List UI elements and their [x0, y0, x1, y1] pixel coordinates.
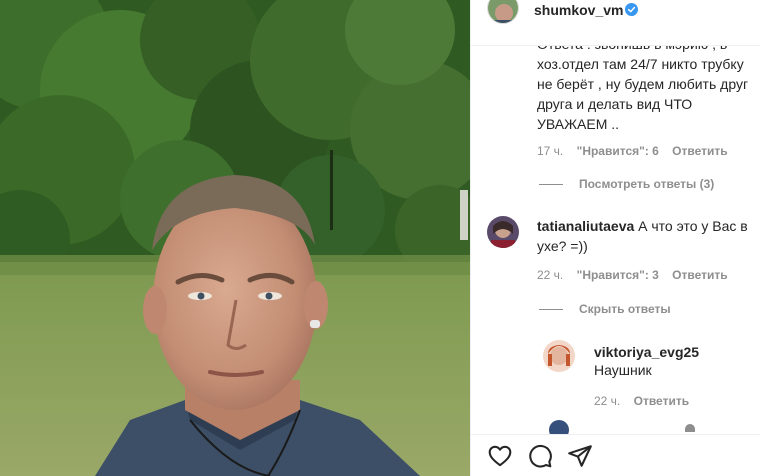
comment-time[interactable]: 17 ч. [537, 144, 563, 158]
reply-meta: 22 ч. Ответить [594, 394, 699, 408]
comment-text-line: УВАЖАЕМ .. [537, 116, 620, 132]
reply-text: Наушник [594, 362, 652, 378]
hide-replies-button[interactable]: Скрыть ответы [579, 302, 671, 316]
next-reply-avatar[interactable] [549, 420, 569, 434]
reply-time[interactable]: 22 ч. [594, 394, 620, 408]
reply-button[interactable]: Ответить [672, 144, 727, 158]
commenter-avatar[interactable] [487, 216, 519, 248]
comments-list[interactable]: Ответа : звонишь в мэрию , в хоз.отдел т… [471, 46, 760, 434]
author-avatar[interactable] [487, 0, 519, 24]
comment-time[interactable]: 22 ч. [537, 268, 563, 282]
reply-button[interactable]: Ответить [672, 268, 727, 282]
comment-text-line: хоз.отдел там 24/7 никто трубку [537, 56, 744, 72]
commenter-username[interactable]: tatianaliutaeva [537, 218, 634, 234]
comments-panel: shumkov_vm Ответа : звонишь в мэрию , в … [470, 0, 760, 476]
comment-meta: 17 ч. "Нравится": 6 Ответить [537, 144, 738, 158]
comment-text-line: ухе? =)) [537, 238, 588, 254]
comment-body: tatianaliutaeva А что это у Вас в [537, 216, 752, 236]
view-replies-button[interactable]: Посмотреть ответы (3) [579, 177, 714, 191]
next-reply-fragment [685, 424, 695, 432]
author-username[interactable]: shumkov_vm [534, 2, 623, 18]
comment-text-line: друга и делать вид ЧТО [537, 96, 693, 112]
comment-likes[interactable]: "Нравится": 6 [577, 144, 659, 158]
paper-plane-icon[interactable] [567, 443, 593, 469]
comment-bubble-icon[interactable] [527, 443, 553, 469]
action-bar [471, 434, 760, 476]
replies-divider [539, 309, 563, 310]
reply-author: viktoriya_evg25 [594, 342, 699, 362]
comment-text-partial: Ответа : звонишь в мэрию , в [537, 46, 727, 54]
heart-icon[interactable] [487, 443, 513, 469]
comment-meta: 22 ч. "Нравится": 3 Ответить [537, 268, 738, 282]
reply-button[interactable]: Ответить [634, 394, 689, 408]
post-header: shumkov_vm [471, 0, 760, 46]
reply-avatar[interactable] [543, 340, 575, 372]
post-photo[interactable] [0, 0, 470, 476]
comment-likes[interactable]: "Нравится": 3 [577, 268, 659, 282]
comment-text-line: не берёт , ну будем любить друг [537, 76, 749, 92]
verified-badge-icon [625, 3, 638, 16]
replies-divider [539, 184, 563, 185]
selfie-image [0, 0, 470, 476]
comment-text-line: А что это у Вас в [638, 218, 748, 234]
reply-username[interactable]: viktoriya_evg25 [594, 344, 699, 360]
